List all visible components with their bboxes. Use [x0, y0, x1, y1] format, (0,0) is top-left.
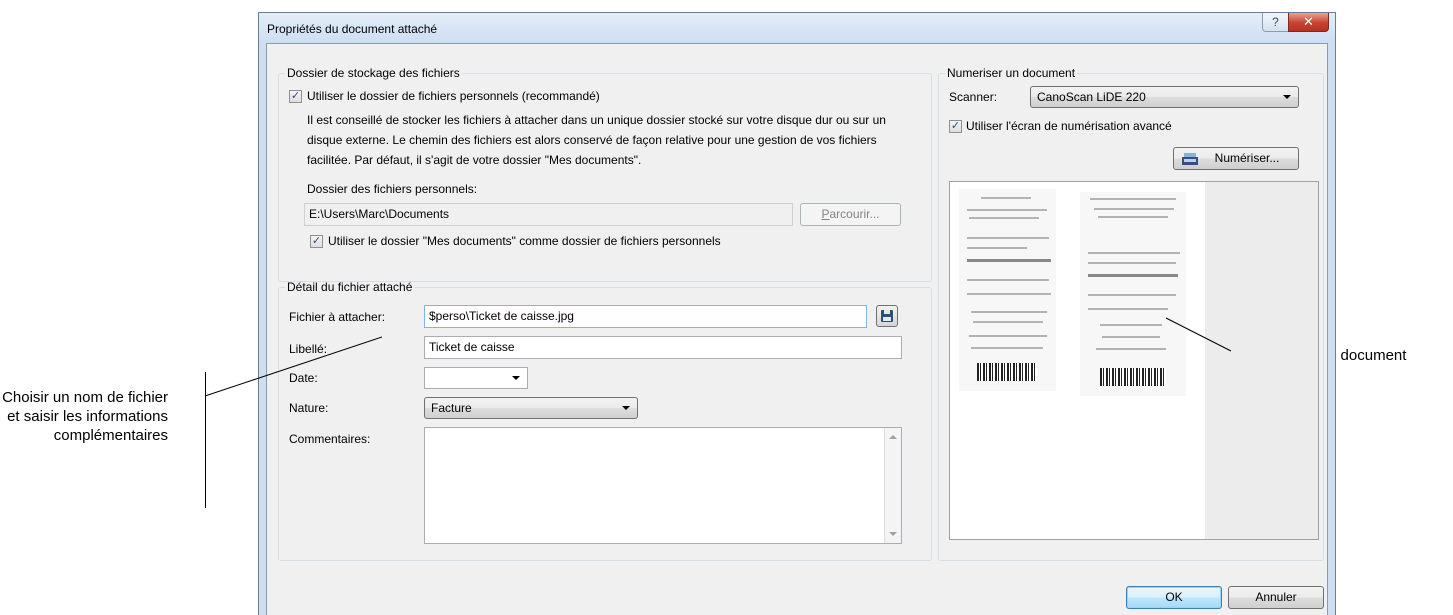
scan-preview [949, 181, 1319, 540]
callout-left-text: Choisir un nom de fichier et saisir les … [2, 389, 168, 444]
title-bar: Propriétés du document attaché ? ✕ [259, 13, 1335, 43]
nature-value: Facture [431, 401, 472, 415]
use-my-documents-checkbox[interactable]: ✓ [310, 235, 323, 248]
browse-button[interactable]: Parcourir... [800, 203, 901, 226]
scanned-receipt-left [959, 189, 1056, 391]
storage-description: Il est conseillé de stocker les fichiers… [307, 113, 886, 167]
ok-button[interactable]: OK [1126, 586, 1222, 609]
date-picker[interactable] [424, 367, 528, 389]
cancel-button[interactable]: Annuler [1228, 586, 1324, 609]
scanner-value: CanoScan LiDE 220 [1037, 90, 1146, 104]
use-my-documents-label[interactable]: Utiliser le dossier "Mes documents" comm… [328, 234, 721, 248]
dialog-title: Propriétés du document attaché [267, 22, 438, 36]
scanner-select[interactable]: CanoScan LiDE 220 [1030, 86, 1299, 108]
scanner-icon [1182, 152, 1198, 165]
libelle-label: Libellé: [289, 342, 328, 356]
personal-folder-label: Dossier des fichiers personnels: [307, 182, 478, 196]
scanner-label: Scanner: [949, 90, 998, 104]
scan-preview-page [950, 182, 1205, 538]
chevron-down-icon [622, 406, 630, 410]
advanced-scan-label[interactable]: Utiliser l'écran de numérisation avancé [966, 119, 1172, 133]
dialog-window: Propriétés du document attaché ? ✕ Dossi… [258, 12, 1336, 615]
callout-left-bracket [205, 372, 206, 508]
barcode-image [1100, 368, 1166, 386]
detail-group-legend: Détail du fichier attaché [287, 280, 413, 294]
scan-preview-margin [1205, 182, 1318, 539]
save-file-button[interactable] [876, 305, 898, 327]
help-button[interactable]: ? [1262, 13, 1289, 32]
use-personal-folder-label[interactable]: Utiliser le dossier de fichiers personne… [307, 89, 600, 103]
use-personal-folder-checkbox[interactable]: ✓ [289, 90, 302, 103]
scanned-receipt-right [1080, 192, 1186, 396]
barcode-image [977, 363, 1037, 381]
scan-button-label: Numériser... [1214, 151, 1280, 165]
date-label: Date: [289, 371, 318, 385]
nature-select[interactable]: Facture [424, 397, 638, 419]
scroll-up-icon[interactable] [889, 435, 897, 439]
file-input[interactable]: $perso\Ticket de caisse.jpg [424, 305, 867, 328]
scroll-down-icon[interactable] [889, 532, 897, 536]
personal-folder-field[interactable]: E:\Users\Marc\Documents [304, 203, 793, 226]
comments-scrollbar[interactable] [884, 428, 901, 543]
nature-label: Nature: [289, 401, 329, 415]
chevron-down-icon [512, 376, 520, 380]
advanced-scan-checkbox[interactable]: ✓ [949, 120, 962, 133]
file-label: Fichier à attacher: [289, 310, 386, 324]
chevron-down-icon [1283, 95, 1291, 99]
comments-textarea[interactable] [424, 427, 902, 544]
scan-button[interactable]: Numériser... [1173, 147, 1299, 170]
dialog-client-area: Dossier de stockage des fichiers ✓ Utili… [266, 43, 1328, 615]
comments-label: Commentaires: [289, 432, 371, 446]
close-button[interactable]: ✕ [1288, 13, 1329, 32]
scan-group-legend: Numeriser un document [947, 66, 1076, 80]
libelle-input[interactable]: Ticket de caisse [424, 336, 902, 359]
storage-group-legend: Dossier de stockage des fichiers [287, 66, 460, 80]
